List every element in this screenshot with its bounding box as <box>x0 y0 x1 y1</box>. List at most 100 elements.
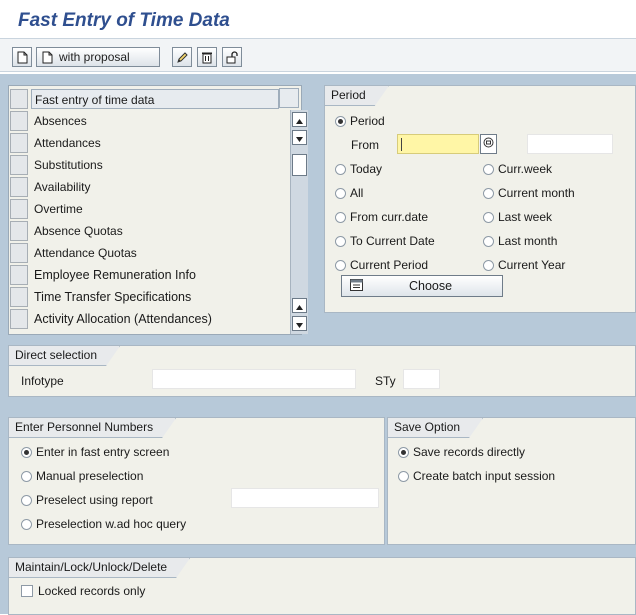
row-selector[interactable] <box>10 265 28 285</box>
list-item[interactable]: Overtime <box>9 198 281 220</box>
checkbox-icon <box>21 585 33 597</box>
today-radio[interactable]: Today <box>335 162 382 176</box>
curr-week-radio[interactable]: Curr.week <box>483 162 552 176</box>
row-selector[interactable] <box>10 287 28 307</box>
from-curr-date-radio[interactable]: From curr.date <box>335 210 428 224</box>
date-picker-button[interactable] <box>480 134 497 154</box>
report-name-field[interactable] <box>231 488 379 508</box>
current-month-radio[interactable]: Current month <box>483 186 575 200</box>
to-current-date-label: To Current Date <box>350 234 435 248</box>
list-item-label: Time Transfer Specifications <box>34 290 192 304</box>
period-group: Period Period From Today Curr.week All C… <box>324 85 636 313</box>
change-button[interactable] <box>172 47 192 67</box>
list-item[interactable]: Time Transfer Specifications <box>9 286 281 308</box>
scroll-page-down-button[interactable] <box>292 316 307 331</box>
preselection-ad-hoc-label: Preselection w.ad hoc query <box>36 517 187 531</box>
list-item-label: Activity Allocation (Attendances) <box>34 312 212 326</box>
from-label: From <box>351 138 379 152</box>
period-radio[interactable]: Period <box>335 114 385 128</box>
text-cursor <box>401 138 402 151</box>
scroll-up-button[interactable] <box>292 112 307 127</box>
arrow-up-icon <box>296 113 303 127</box>
create-batch-input-radio[interactable]: Create batch input session <box>398 469 555 483</box>
manual-preselection-radio[interactable]: Manual preselection <box>21 469 143 483</box>
list-item[interactable]: Employee Remuneration Info <box>9 264 281 286</box>
row-selector[interactable] <box>10 221 28 241</box>
radio-selected-icon <box>335 115 346 127</box>
list-item[interactable]: Attendances <box>9 132 281 154</box>
with-proposal-label: with proposal <box>59 50 130 64</box>
period-radio-label: Period <box>350 114 385 128</box>
from-date-field[interactable] <box>397 134 479 154</box>
scroll-page-up-button[interactable] <box>292 298 307 313</box>
row-selector[interactable] <box>10 199 28 219</box>
personnel-numbers-group: Enter Personnel Numbers Enter in fast en… <box>8 417 385 545</box>
list-item-label: Attendance Quotas <box>34 246 137 260</box>
list-item[interactable]: Activity Allocation (Attendances) <box>9 308 281 330</box>
row-selector[interactable] <box>10 155 28 175</box>
enter-in-fast-entry-radio[interactable]: Enter in fast entry screen <box>21 445 169 459</box>
row-selector[interactable] <box>10 89 28 109</box>
sty-label: STy <box>375 374 396 388</box>
list-item-label: Absence Quotas <box>34 224 123 238</box>
list-item[interactable]: Availability <box>9 176 281 198</box>
create-button[interactable] <box>12 47 32 67</box>
last-week-radio[interactable]: Last week <box>483 210 552 224</box>
save-option-group: Save Option Save records directly Create… <box>387 417 636 545</box>
list-item[interactable]: Substitutions <box>9 154 281 176</box>
to-current-date-radio[interactable]: To Current Date <box>335 234 435 248</box>
current-year-radio[interactable]: Current Year <box>483 258 565 272</box>
save-option-title: Save Option <box>388 418 483 438</box>
personnel-numbers-title: Enter Personnel Numbers <box>9 418 176 438</box>
direct-selection-title: Direct selection <box>9 346 120 366</box>
scroll-thumb[interactable] <box>292 154 307 176</box>
create-batch-input-label: Create batch input session <box>413 469 556 483</box>
direct-selection-group: Direct selection Infotype STy <box>8 345 636 397</box>
list-item[interactable]: Absence Quotas <box>9 220 281 242</box>
delete-button[interactable] <box>197 47 217 67</box>
radio-icon <box>335 163 346 175</box>
scroll-down-button[interactable] <box>292 130 307 145</box>
radio-icon <box>483 259 494 271</box>
row-selector[interactable] <box>10 177 28 197</box>
lock-unlock-button[interactable] <box>222 47 242 67</box>
save-records-directly-label: Save records directly <box>413 445 526 459</box>
preselect-using-report-label: Preselect using report <box>36 493 153 507</box>
subtype-field[interactable] <box>403 369 440 389</box>
radio-icon <box>483 211 494 223</box>
list-item-label: Attendances <box>34 136 101 150</box>
choose-button[interactable]: Choose <box>341 275 503 297</box>
row-selector[interactable] <box>10 309 28 329</box>
list-item-label: Availability <box>34 180 91 194</box>
save-records-directly-radio[interactable]: Save records directly <box>398 445 525 459</box>
radio-selected-icon <box>21 446 32 458</box>
list-item[interactable]: Absences <box>9 110 281 132</box>
list-item[interactable]: Fast entry of time data <box>9 88 281 110</box>
radio-icon <box>335 187 346 199</box>
row-selector[interactable] <box>10 111 28 131</box>
row-selector[interactable] <box>10 133 28 153</box>
preselection-ad-hoc-radio[interactable]: Preselection w.ad hoc query <box>21 517 186 531</box>
infotype-field[interactable] <box>152 369 356 389</box>
to-date-field[interactable] <box>527 134 613 154</box>
lock-icon <box>226 50 239 64</box>
row-selector[interactable] <box>10 243 28 263</box>
create-with-proposal-button[interactable]: with proposal <box>36 47 160 67</box>
preselect-using-report-radio[interactable]: Preselect using report <box>21 493 153 507</box>
current-period-radio[interactable]: Current Period <box>335 258 428 272</box>
list-item[interactable]: Attendance Quotas <box>9 242 281 264</box>
all-radio[interactable]: All <box>335 186 363 200</box>
choose-button-label: Choose <box>409 279 453 293</box>
last-month-label: Last month <box>498 234 558 248</box>
radio-icon <box>335 211 346 223</box>
list-item-label: Employee Remuneration Info <box>34 268 196 282</box>
radio-icon <box>398 470 409 482</box>
list-item-label: Absences <box>34 114 87 128</box>
locked-records-only-checkbox[interactable]: Locked records only <box>21 584 145 598</box>
list-item-label: Overtime <box>34 202 83 216</box>
last-month-radio[interactable]: Last month <box>483 234 557 248</box>
list-scrollbar[interactable] <box>290 110 308 334</box>
current-month-label: Current month <box>498 186 575 200</box>
radio-selected-icon <box>398 446 409 458</box>
radio-icon <box>21 518 32 530</box>
